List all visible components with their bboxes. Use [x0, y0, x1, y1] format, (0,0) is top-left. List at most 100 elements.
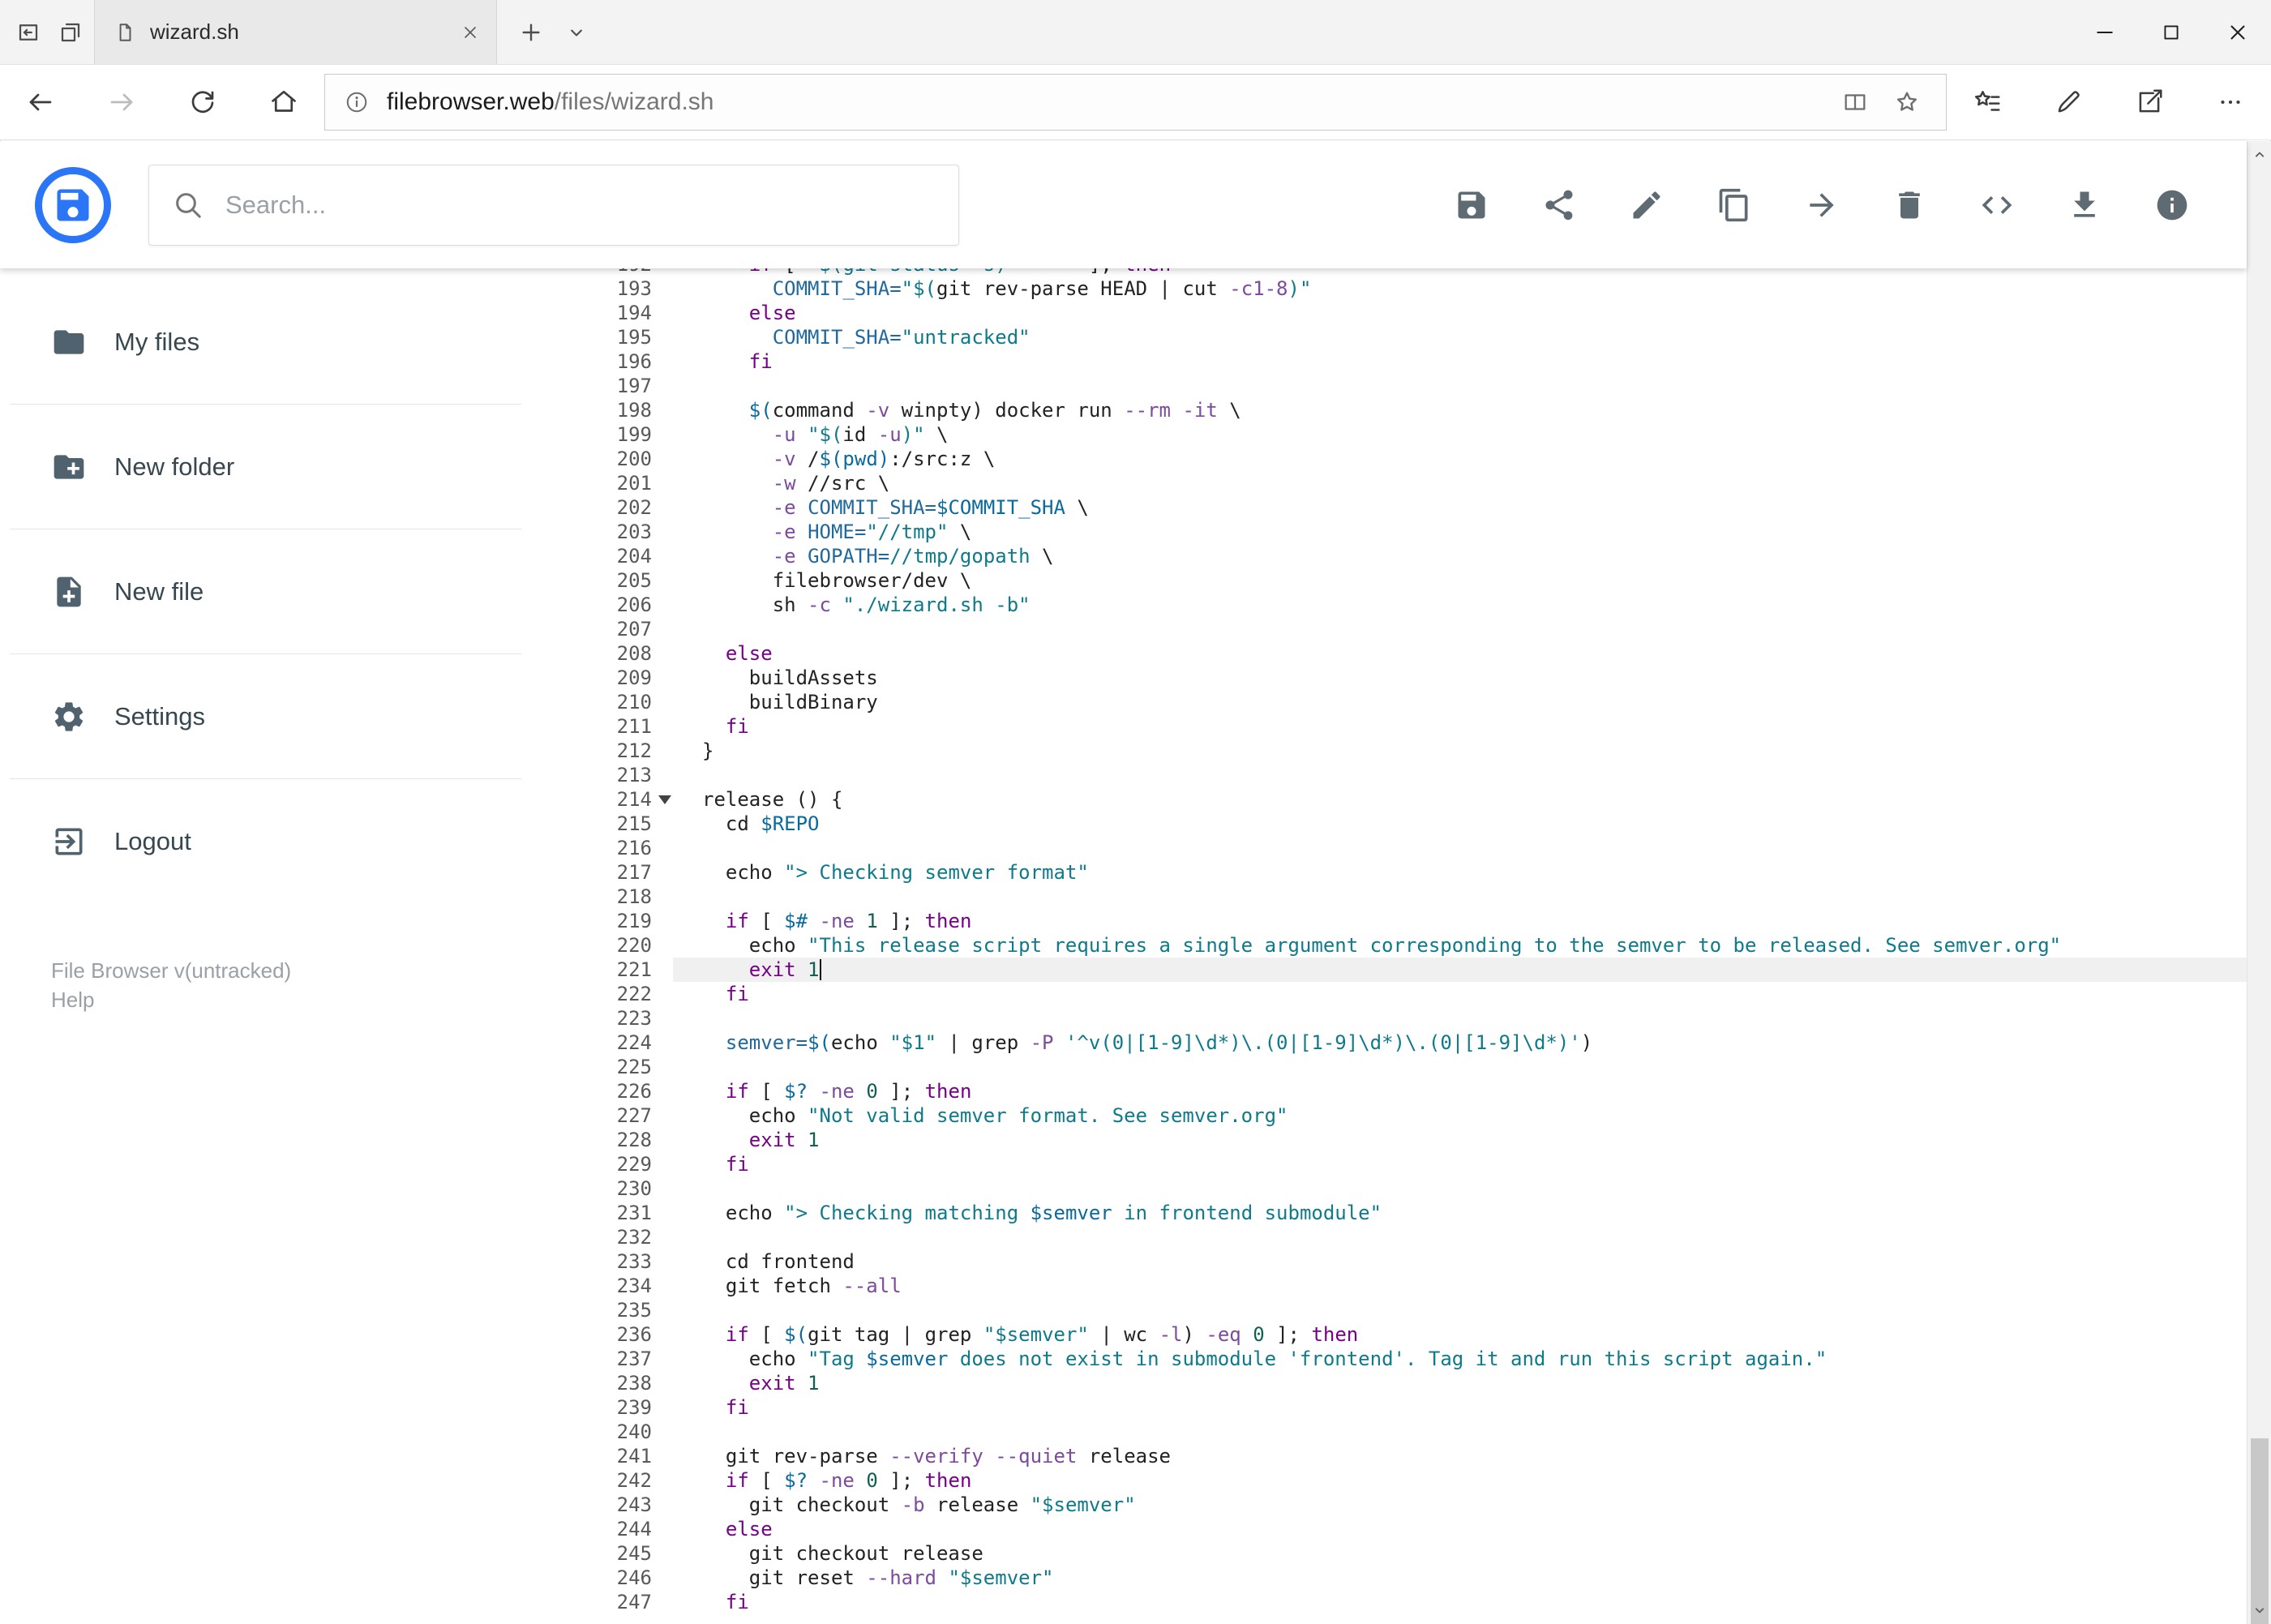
sidebar-item-logout[interactable]: Logout — [0, 779, 584, 903]
editor-line[interactable]: 203 -e HOME="//tmp" \ — [584, 520, 2247, 544]
editor-line[interactable]: 201 -w //src \ — [584, 471, 2247, 495]
tabs-preview-button[interactable] — [58, 20, 83, 45]
editor-line[interactable]: 217 echo "> Checking semver format" — [584, 860, 2247, 885]
editor-line[interactable]: 202 -e COMMIT_SHA=$COMMIT_SHA \ — [584, 495, 2247, 520]
forward-button[interactable] — [81, 65, 162, 140]
editor-line[interactable]: 204 -e GOPATH=//tmp/gopath \ — [584, 544, 2247, 568]
editor-line[interactable]: 245 git checkout release — [584, 1541, 2247, 1566]
editor-line[interactable]: 209 buildAssets — [584, 666, 2247, 690]
editor-line[interactable]: 200 -v /$(pwd):/src:z \ — [584, 447, 2247, 471]
editor-line[interactable]: 218 — [584, 885, 2247, 909]
browser-menu-button[interactable] — [2190, 65, 2271, 140]
editor-line[interactable]: 232 — [584, 1225, 2247, 1249]
delete-button[interactable] — [1892, 187, 1927, 223]
editor-line[interactable]: 224 semver=$(echo "$1" | grep -P '^v(0|[… — [584, 1031, 2247, 1055]
editor-line[interactable]: 233 cd frontend — [584, 1249, 2247, 1274]
editor-line[interactable]: 225 — [584, 1055, 2247, 1079]
code-button[interactable] — [1979, 187, 2015, 223]
editor-line[interactable]: 240 — [584, 1420, 2247, 1444]
favorites-hub-button[interactable] — [1947, 65, 2028, 140]
editor-line[interactable]: 246 git reset --hard "$semver" — [584, 1566, 2247, 1590]
favorite-button[interactable] — [1881, 76, 1933, 128]
editor-line[interactable]: 237 echo "Tag $semver does not exist in … — [584, 1347, 2247, 1371]
site-info-icon[interactable] — [345, 90, 369, 114]
help-link[interactable]: Help — [51, 986, 94, 1013]
sidebar-item-settings[interactable]: Settings — [0, 654, 584, 778]
editor-line[interactable]: 242 if [ $? -ne 0 ]; then — [584, 1468, 2247, 1493]
editor-line[interactable]: 192 if [ "$(git status -s)" = "" ]; then — [584, 268, 2247, 276]
editor-line[interactable]: 243 git checkout -b release "$semver" — [584, 1493, 2247, 1517]
editor-line[interactable]: 199 -u "$(id -u)" \ — [584, 422, 2247, 447]
editor-line[interactable]: 220 echo "This release script requires a… — [584, 933, 2247, 958]
share-button[interactable] — [1541, 187, 1577, 223]
download-button[interactable] — [2067, 187, 2102, 223]
address-bar[interactable]: filebrowser.web/files/wizard.sh — [324, 74, 1947, 131]
sidebar-item-my-files[interactable]: My files — [0, 280, 584, 404]
url-text[interactable]: filebrowser.web/files/wizard.sh — [387, 88, 1829, 116]
editor-line[interactable]: 236 if [ $(git tag | grep "$semver" | wc… — [584, 1322, 2247, 1347]
editor-line[interactable]: 239 fi — [584, 1395, 2247, 1420]
code-editor[interactable]: 192 if [ "$(git status -s)" = "" ]; then… — [584, 268, 2247, 1624]
reading-view-button[interactable] — [1829, 76, 1881, 128]
editor-line[interactable]: 208 else — [584, 641, 2247, 666]
editor-line[interactable]: 231 echo "> Checking matching $semver in… — [584, 1201, 2247, 1225]
search-box[interactable] — [148, 164, 959, 246]
editor-line[interactable]: 198 $(command -v winpty) docker run --rm… — [584, 398, 2247, 422]
editor-line[interactable]: 215 cd $REPO — [584, 812, 2247, 836]
editor-line[interactable]: 223 — [584, 1006, 2247, 1031]
editor-line[interactable]: 207 — [584, 617, 2247, 641]
editor-line[interactable]: 211 fi — [584, 714, 2247, 739]
editor-line[interactable]: 196 fi — [584, 349, 2247, 374]
editor-line[interactable]: 213 — [584, 763, 2247, 787]
editor-line[interactable]: 216 — [584, 836, 2247, 860]
scroll-up-button[interactable] — [2247, 141, 2271, 169]
home-button[interactable] — [243, 65, 324, 140]
filebrowser-logo[interactable] — [35, 166, 111, 243]
save-button[interactable] — [1454, 187, 1489, 223]
editor-line[interactable]: 230 — [584, 1176, 2247, 1201]
search-input[interactable] — [225, 190, 936, 220]
info-button[interactable] — [2154, 187, 2190, 223]
editor-line[interactable]: 205 filebrowser/dev \ — [584, 568, 2247, 593]
maximize-button[interactable] — [2138, 0, 2205, 64]
editor-line[interactable]: 222 fi — [584, 982, 2247, 1006]
edit-button[interactable] — [1629, 187, 1665, 223]
page-scrollbar[interactable] — [2247, 141, 2271, 1624]
editor-line[interactable]: 221 exit 1 — [584, 958, 2247, 982]
editor-line[interactable]: 197 — [584, 374, 2247, 398]
tab-wizard-sh[interactable]: wizard.sh — [94, 0, 497, 64]
close-window-button[interactable] — [2205, 0, 2271, 64]
editor-line[interactable]: 241 git rev-parse --verify --quiet relea… — [584, 1444, 2247, 1468]
editor-line[interactable]: 235 — [584, 1298, 2247, 1322]
sidebar-item-new-folder[interactable]: New folder — [0, 405, 584, 529]
fold-arrow-icon[interactable] — [658, 795, 671, 804]
editor-line[interactable]: 194 else — [584, 301, 2247, 325]
back-button[interactable] — [0, 65, 81, 140]
set-tabs-aside-button[interactable] — [16, 20, 41, 45]
editor-line[interactable]: 234 git fetch --all — [584, 1274, 2247, 1298]
scroll-down-button[interactable] — [2247, 1596, 2271, 1624]
editor-line[interactable]: 219 if [ $# -ne 1 ]; then — [584, 909, 2247, 933]
editor-line[interactable]: 193 COMMIT_SHA="$(git rev-parse HEAD | c… — [584, 276, 2247, 301]
editor-line[interactable]: 214 release () { — [584, 787, 2247, 812]
editor-line[interactable]: 247 fi — [584, 1590, 2247, 1614]
minimize-button[interactable] — [2072, 0, 2138, 64]
editor-line[interactable]: 210 buildBinary — [584, 690, 2247, 714]
copy-button[interactable] — [1716, 187, 1752, 223]
editor-line[interactable]: 226 if [ $? -ne 0 ]; then — [584, 1079, 2247, 1103]
tab-close-button[interactable] — [461, 23, 480, 42]
refresh-button[interactable] — [162, 65, 243, 140]
editor-line[interactable]: 195 COMMIT_SHA="untracked" — [584, 325, 2247, 349]
web-note-button[interactable] — [2028, 65, 2109, 140]
editor-line[interactable]: 238 exit 1 — [584, 1371, 2247, 1395]
editor-line[interactable]: 229 fi — [584, 1152, 2247, 1176]
move-button[interactable] — [1804, 187, 1840, 223]
editor-line[interactable]: 244 else — [584, 1517, 2247, 1541]
editor-line[interactable]: 206 sh -c "./wizard.sh -b" — [584, 593, 2247, 617]
editor-line[interactable]: 227 echo "Not valid semver format. See s… — [584, 1103, 2247, 1128]
editor-line[interactable]: 228 exit 1 — [584, 1128, 2247, 1152]
tab-preview-toggle[interactable] — [565, 21, 588, 44]
sidebar-item-new-file[interactable]: New file — [0, 529, 584, 653]
new-tab-button[interactable] — [518, 19, 544, 45]
editor-line[interactable]: 212} — [584, 739, 2247, 763]
